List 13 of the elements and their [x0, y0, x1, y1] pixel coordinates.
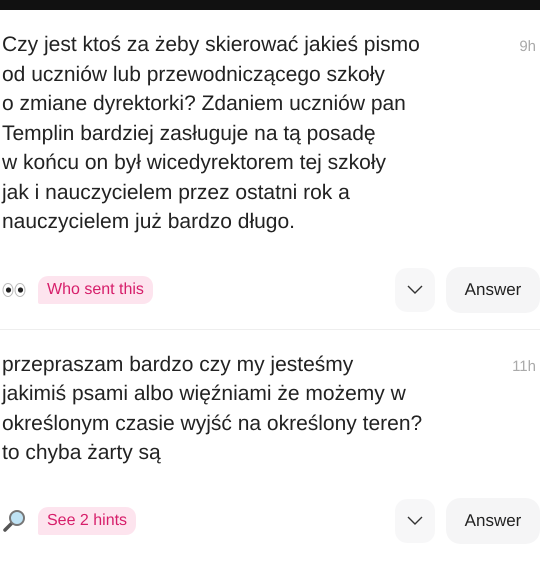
- question-text: Czy jest ktoś za żeby skierować jakieś pismo od uczniów lub przewodniczącego szkoły o zmiane dyrektorki? Zdaniem uczniów pan Templin bardziej zasługuje na tą posadę w końcu on był wicedyrektorem tej szkoły jak i nauczycielem przez ostatni rok a nauczycielem już bardzo długo.: [2, 32, 421, 235]
- answer-button[interactable]: Answer: [446, 498, 540, 544]
- expand-button[interactable]: [395, 268, 435, 312]
- expand-button[interactable]: [395, 498, 435, 542]
- hint-bubble[interactable]: See 2 hints: [38, 506, 136, 534]
- magnifier-icon: [2, 508, 26, 532]
- chevron-icon: [407, 516, 423, 526]
- chevron-icon: [407, 284, 423, 294]
- answer-button[interactable]: Answer: [446, 266, 540, 312]
- timestamp: 11h: [512, 356, 537, 374]
- timestamp: 9h: [519, 37, 537, 55]
- hint-bubble[interactable]: Who sent this: [38, 276, 153, 304]
- question-text: przepraszam bardzo czy my jesteśmy jakimiś psami albo więźniami że możemy w określonym czasie wyjść na określony teren? to chyba żarty są: [2, 352, 424, 466]
